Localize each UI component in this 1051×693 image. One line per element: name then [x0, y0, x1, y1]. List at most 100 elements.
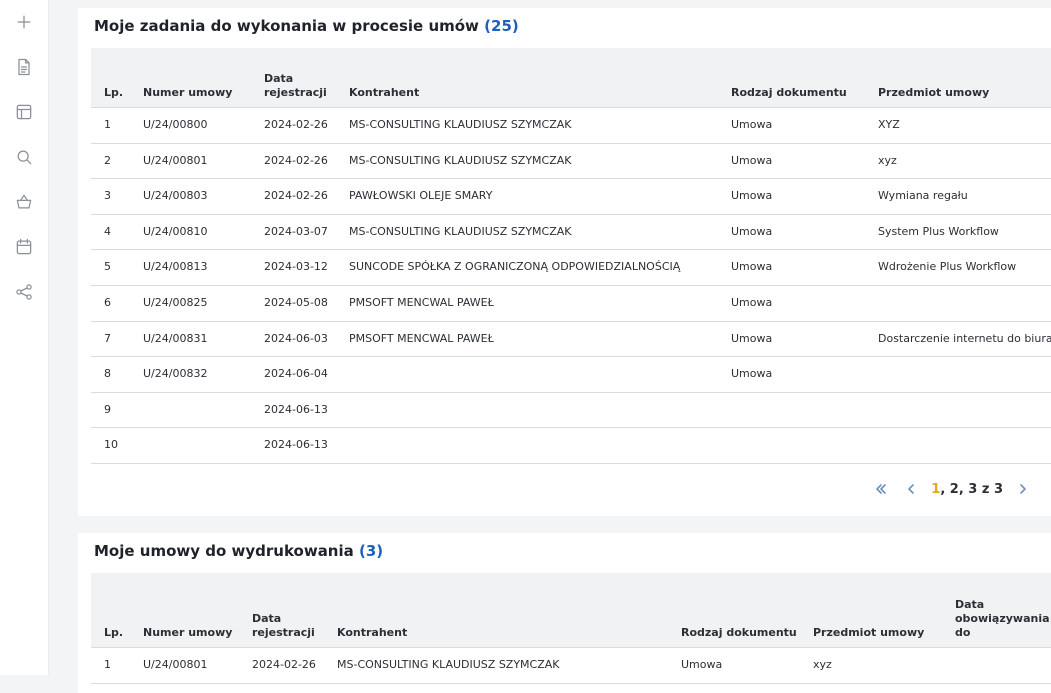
table-row[interactable]: 2 U/24/00801 2024-02-26 MS-CONSULTING KLAUD…	[91, 144, 1051, 180]
col-obow-line1: Data	[955, 598, 985, 611]
cell-data: 2024-02-26	[264, 118, 328, 131]
col-przedmiot[interactable]: Przedmiot umowy	[878, 86, 989, 100]
cell-data: 2024-02-26	[264, 153, 328, 167]
cell-data: 2024-06-13	[264, 402, 328, 416]
cell-rodzaj: Umowa	[731, 189, 773, 203]
cell-numer: U/24/00803	[143, 189, 208, 203]
cell-lp: 10	[104, 438, 118, 452]
table-row[interactable]: 8 U/24/00832 2024-06-04 Umowa	[91, 357, 1051, 393]
col-data-line1: Data	[264, 72, 294, 85]
col-obow-line2: obowiązywania	[955, 612, 1050, 625]
col-obow-line3: do	[955, 626, 971, 639]
col-kontrahent[interactable]: Kontrahent	[337, 626, 407, 640]
col-data-line2: rejestracji	[252, 626, 315, 639]
current-page[interactable]: 1	[931, 482, 940, 497]
table-row[interactable]: 10 2024-06-13	[91, 428, 1051, 464]
tasks-panel: Moje zadania do wykonania w procesie umó…	[78, 8, 1051, 516]
cell-kontrahent: MS-CONSULTING KLAUDIUSZ SZYMCZAK	[337, 658, 560, 671]
layout-icon[interactable]	[12, 100, 36, 124]
cell-lp: 8	[104, 367, 111, 381]
sidebar	[0, 0, 49, 675]
col-lp[interactable]: Lp.	[104, 626, 123, 640]
col-numer[interactable]: Numer umowy	[143, 86, 232, 100]
cell-kontrahent: PMSOFT MENCWAL PAWEŁ	[349, 295, 494, 309]
cell-kontrahent: MS-CONSULTING KLAUDIUSZ SZYMCZAK	[349, 153, 572, 167]
cell-przedmiot: System Plus Workflow	[878, 224, 999, 238]
cell-przedmiot: XYZ	[878, 118, 900, 131]
cell-przedmiot: Wdrożenie Plus Workflow	[878, 260, 1017, 274]
cell-data: 2024-06-03	[264, 331, 328, 345]
calendar-icon[interactable]	[12, 235, 36, 259]
cell-kontrahent: MS-CONSULTING KLAUDIUSZ SZYMCZAK	[349, 224, 572, 238]
cell-data: 2024-06-04	[264, 367, 328, 381]
col-data[interactable]: Data rejestracji	[264, 72, 327, 100]
col-numer[interactable]: Numer umowy	[143, 626, 232, 640]
col-rodzaj[interactable]: Rodzaj dokumentu	[731, 86, 847, 100]
next-page-icon[interactable]	[1013, 479, 1033, 499]
cell-lp: 7	[104, 331, 111, 345]
cell-numer: U/24/00801	[143, 658, 208, 671]
print-panel: Moje umowy do wydrukowania (3) Lp. Numer…	[78, 533, 1051, 693]
page-indicator[interactable]: 1, 2, 3 z 3	[931, 482, 1003, 497]
cell-lp: 5	[104, 260, 111, 274]
cell-rodzaj: Umowa	[731, 224, 773, 238]
tasks-title-text: Moje zadania do wykonania w procesie umó…	[94, 17, 479, 35]
cell-rodzaj: Umowa	[731, 331, 773, 345]
table-row[interactable]: 4 U/24/00810 2024-03-07 MS-CONSULTING KLAUD…	[91, 215, 1051, 251]
cell-lp: 4	[104, 224, 111, 238]
first-page-icon[interactable]	[871, 479, 891, 499]
prev-page-icon[interactable]	[901, 479, 921, 499]
col-przedmiot[interactable]: Przedmiot umowy	[813, 626, 924, 640]
cell-numer: U/24/00832	[143, 367, 208, 381]
print-table-body: 1 U/24/00801 2024-02-26 MS-CONSULTING KLAUD…	[91, 648, 1051, 684]
cell-data: 2024-02-26	[252, 658, 316, 671]
col-obowiazywania[interactable]: Data obowiązywania do	[955, 598, 1050, 640]
col-lp[interactable]: Lp.	[104, 86, 123, 100]
cell-przedmiot: xyz	[813, 658, 832, 671]
col-rodzaj[interactable]: Rodzaj dokumentu	[681, 626, 797, 640]
print-count: (3)	[359, 542, 384, 560]
tasks-table-body: 1 U/24/00800 2024-02-26 MS-CONSULTING KLAUD…	[91, 108, 1051, 464]
search-icon[interactable]	[12, 145, 36, 169]
cell-rodzaj: Umowa	[731, 260, 773, 274]
print-table-header: Lp. Numer umowy Data rejestracji Kontrah…	[91, 573, 1051, 648]
cell-data: 2024-02-26	[264, 189, 328, 203]
document-icon[interactable]	[12, 55, 36, 79]
page-rest[interactable]: , 2, 3 z 3	[940, 482, 1003, 497]
cell-rodzaj: Umowa	[731, 295, 773, 309]
cell-lp: 9	[104, 402, 111, 416]
cell-lp: 1	[104, 118, 111, 131]
pagination: 1, 2, 3 z 3	[871, 479, 1033, 499]
table-row[interactable]: 6 U/24/00825 2024-05-08 PMSOFT MENCWAL PAWE…	[91, 286, 1051, 322]
cell-numer: U/24/00800	[143, 118, 208, 131]
cell-numer: U/24/00813	[143, 260, 208, 274]
basket-icon[interactable]	[12, 190, 36, 214]
cell-lp: 3	[104, 189, 111, 203]
col-data-line1: Data	[252, 612, 282, 625]
cell-przedmiot: Dostarczenie internetu do biura	[878, 331, 1051, 345]
table-row[interactable]: 1 U/24/00801 2024-02-26 MS-CONSULTING KLAUD…	[91, 648, 1051, 684]
tasks-table-header: Lp. Numer umowy Data rejestracji Kontrah…	[91, 48, 1051, 108]
cell-lp: 1	[104, 658, 111, 671]
share-icon[interactable]	[12, 280, 36, 304]
plus-icon[interactable]	[12, 10, 36, 34]
cell-kontrahent: SUNCODE SPÓŁKA Z OGRANICZONĄ ODPOWIEDZIA…	[349, 260, 681, 274]
table-row[interactable]: 1 U/24/00800 2024-02-26 MS-CONSULTING KLAUD…	[91, 108, 1051, 144]
col-data[interactable]: Data rejestracji	[252, 612, 315, 640]
col-kontrahent[interactable]: Kontrahent	[349, 86, 419, 100]
cell-data: 2024-03-07	[264, 224, 328, 238]
col-data-line2: rejestracji	[264, 86, 327, 99]
cell-kontrahent: MS-CONSULTING KLAUDIUSZ SZYMCZAK	[349, 118, 572, 131]
cell-data: 2024-05-08	[264, 295, 328, 309]
print-panel-title: Moje umowy do wydrukowania (3)	[94, 542, 383, 560]
cell-lp: 2	[104, 153, 111, 167]
table-row[interactable]: 3 U/24/00803 2024-02-26 PAWŁOWSKI OLEJE SMA…	[91, 179, 1051, 215]
cell-przedmiot: Wymiana regału	[878, 189, 968, 203]
table-row[interactable]: 9 2024-06-13	[91, 393, 1051, 429]
cell-lp: 6	[104, 295, 111, 309]
table-row[interactable]: 7 U/24/00831 2024-06-03 PMSOFT MENCWAL PAWE…	[91, 322, 1051, 358]
table-row[interactable]: 5 U/24/00813 2024-03-12 SUNCODE SPÓŁKA Z OG…	[91, 250, 1051, 286]
cell-data: 2024-06-13	[264, 438, 328, 452]
cell-przedmiot: xyz	[878, 153, 897, 167]
cell-numer: U/24/00825	[143, 295, 208, 309]
